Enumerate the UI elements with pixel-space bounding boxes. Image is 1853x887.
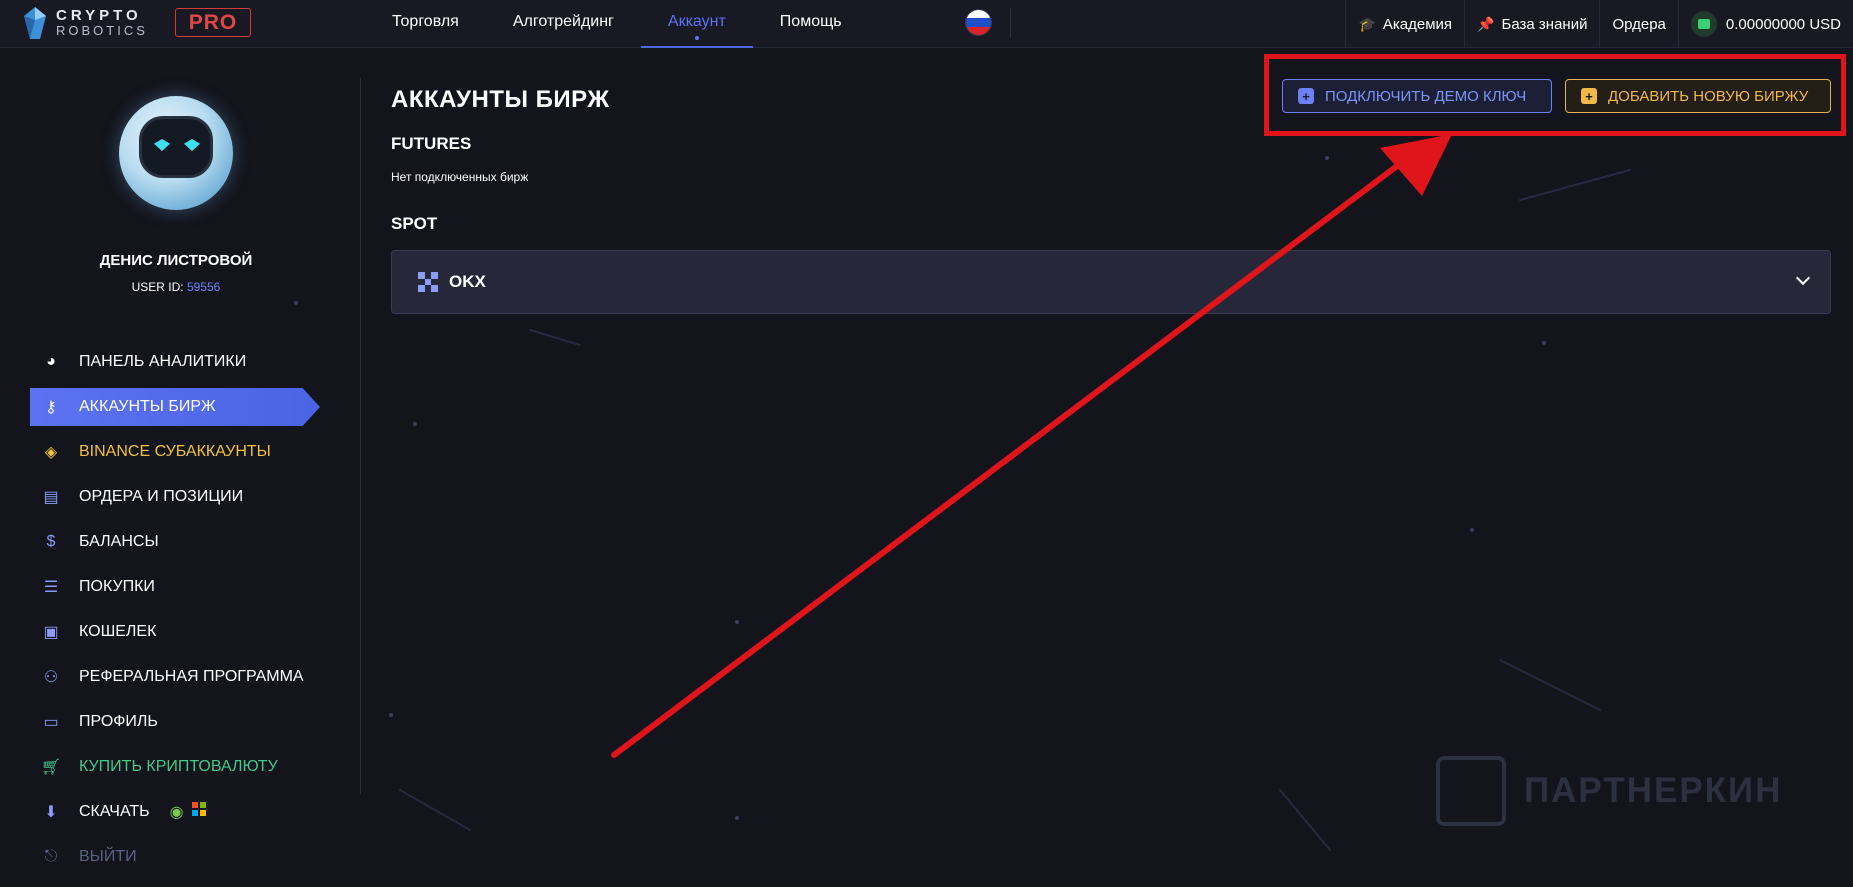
annotation-arrow — [611, 134, 1452, 758]
watermark: ПАРТНЕРКИН — [1436, 756, 1782, 826]
watermark-logo-icon — [1436, 756, 1506, 826]
watermark-text: ПАРТНЕРКИН — [1524, 771, 1783, 810]
